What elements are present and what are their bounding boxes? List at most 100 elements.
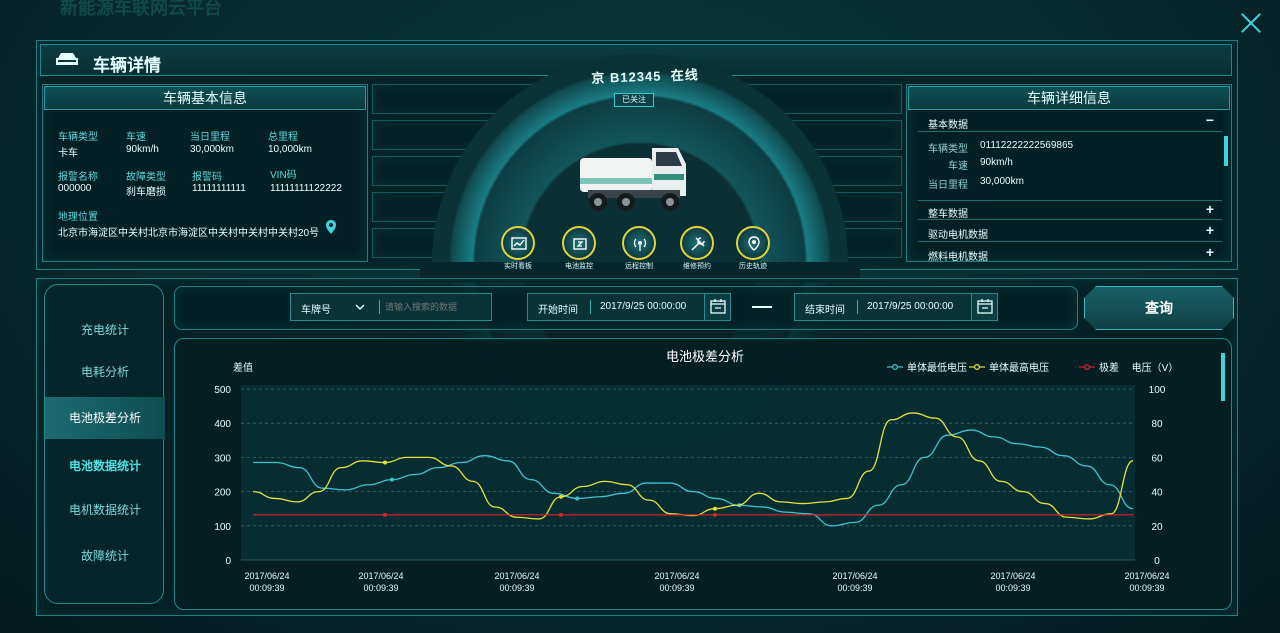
field-label: 报警名称 [58,172,98,183]
sidebar-item-fault-stats[interactable]: 故障统计 [45,535,165,577]
map-pin-icon[interactable] [326,220,336,234]
dashboard-icon[interactable] [501,226,535,260]
field-value: 30,000km [190,144,234,155]
x-tick-label: 2017/06/24 [654,571,699,581]
background-app-title: 新能源车联网云平台 [60,0,222,18]
data-point [575,496,580,501]
end-time-value: 2017/9/25 00:00:00 [867,301,954,312]
calendar-icon[interactable] [971,294,997,320]
detail-info-title: 车辆详细信息 [908,86,1230,110]
y-tick-label-right: 60 [1151,453,1163,464]
chart-title: 电池极差分析 [666,349,744,364]
query-button[interactable]: 查询 [1084,286,1234,330]
calendar-icon[interactable] [704,294,730,320]
legend-label: 单体最高电压 [989,361,1049,374]
data-point [713,506,717,511]
x-tick-label: 00:09:39 [249,583,284,593]
x-tick-label: 2017/06/24 [244,571,289,581]
remote-signal-icon[interactable] [622,226,656,260]
scrollbar[interactable] [1224,136,1228,166]
page-title: 车辆详情 [93,56,161,75]
data-point [559,494,563,499]
legend-label: 单体最低电压 [907,361,967,374]
start-time-field[interactable]: 开始时间 2017/9/25 00:00:00 [527,293,731,321]
data-point [389,477,394,482]
start-time-label: 开始时间 [538,305,578,316]
battery-range-chart: 0 100 200 300 400 500 0 20 40 60 80 100 差值 电压（V） 电池极差分… [214,349,1179,593]
x-tick-label: 00:09:39 [1129,583,1164,593]
field-label: 报警码 [192,172,222,183]
data-point [383,512,387,517]
field-value: 000000 [58,183,92,194]
detail-value: 01112222222569865 [980,140,1074,151]
y-axis-label-left: 差值 [233,361,253,374]
section-title: 燃料电机数据 [928,252,988,263]
section-title: 基本数据 [928,120,968,131]
y-tick-label-right: 40 [1151,488,1163,499]
battery-icon[interactable] [562,226,596,260]
range-separator [752,306,772,308]
detail-value: 90km/h [980,157,1013,168]
x-tick-label: 2017/06/24 [990,571,1035,581]
sidebar-item-battery-stats[interactable]: 电池数据统计 [45,445,165,487]
field-label: 故障类型 [126,172,166,183]
end-time-field[interactable]: 结束时间 2017/9/25 00:00:00 [794,293,998,321]
location-pin-icon[interactable] [736,226,770,260]
action-label: 维修预约 [683,263,711,270]
sidebar-item-motor-stats[interactable]: 电机数据统计 [45,489,165,531]
detail-value: 30,000km [980,176,1024,187]
x-tick-label: 00:09:39 [659,583,694,593]
field-value: 11111111111 [192,183,246,194]
search-input[interactable] [385,298,489,316]
action-label: 历史轨迹 [739,263,767,270]
expand-icon[interactable]: + [1206,222,1214,238]
x-tick-label: 00:09:39 [499,583,534,593]
data-point [559,512,563,517]
x-tick-label: 00:09:39 [995,583,1030,593]
sidebar-item-battery-range[interactable]: 电池极差分析 [45,397,165,439]
legend-marker [973,364,980,371]
y-axis-label-right: 电压（V） [1132,361,1179,374]
x-tick-label: 2017/06/24 [494,571,539,581]
legend-label: 极差 [1099,361,1119,374]
wrench-icon[interactable] [680,226,714,260]
plate-search-group: 车牌号 [290,293,492,321]
chart-scrollbar[interactable] [1221,353,1225,401]
x-tick-label: 00:09:39 [837,583,872,593]
section-basic-data[interactable]: 基本数据 − [918,112,1222,132]
y-tick-label-left: 0 [225,556,231,567]
section-title: 驱动电机数据 [928,230,988,241]
section-drive-motor-data[interactable]: 驱动电机数据 + [918,222,1222,242]
expand-icon[interactable]: + [1206,201,1214,217]
detail-label: 车速 [948,161,968,172]
start-time-value: 2017/9/25 00:00:00 [600,301,687,312]
section-vehicle-data[interactable]: 整车数据 + [918,200,1222,220]
expand-icon[interactable]: + [1206,244,1214,260]
field-label: 车速 [126,132,146,143]
analysis-sidebar: 充电统计 电耗分析 电池极差分析 电池数据统计 电机数据统计 故障统计 [44,284,165,604]
location-value: 北京市海淀区中关村北京市海淀区中关村中关村中关村20号 [58,228,320,239]
collapse-icon[interactable]: − [1206,112,1214,128]
detail-label: 车辆类型 [928,144,968,155]
detail-label: 当日里程 [928,180,968,191]
section-fuel-motor-data[interactable]: 燃料电机数据 + [918,244,1222,264]
plate-select[interactable]: 车牌号 [301,301,331,316]
sidebar-item-power-consumption[interactable]: 电耗分析 [45,351,165,393]
sidebar-item-charging[interactable]: 充电统计 [45,309,165,351]
field-value: 90km/h [126,144,159,155]
close-icon[interactable] [1238,10,1264,36]
chart-panel: 0 100 200 300 400 500 0 20 40 60 80 100 差值 电压（V） 电池极差分… [174,338,1232,610]
chevron-down-icon[interactable] [355,304,365,311]
data-point [383,460,387,465]
field-value: 卡车 [58,148,78,159]
x-tick-label: 00:09:39 [363,583,398,593]
data-point [713,512,717,517]
field-value: 刹车磨损 [126,187,166,198]
field-value: 10,000km [268,144,312,155]
field-label: 车辆类型 [58,132,98,143]
y-tick-label-right: 80 [1151,419,1163,430]
field-label: VIN码 [270,170,297,181]
y-tick-label-left: 200 [214,488,231,499]
follow-badge[interactable]: 已关注 [614,93,654,107]
y-tick-label-left: 400 [214,419,231,430]
